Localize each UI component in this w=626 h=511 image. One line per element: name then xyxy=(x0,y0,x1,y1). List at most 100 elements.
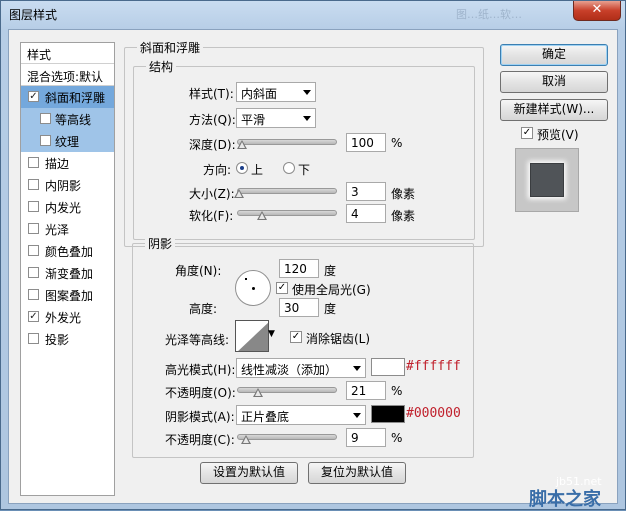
soften-label: 软化(F): xyxy=(189,209,234,223)
size-input[interactable]: 3 xyxy=(346,182,386,201)
global-light-checkbox[interactable]: ✓ xyxy=(276,282,288,294)
depth-slider-track[interactable] xyxy=(237,139,337,145)
style-item-checkbox[interactable] xyxy=(40,135,51,146)
style-item[interactable]: 纹理 xyxy=(21,130,114,152)
style-item[interactable]: 光泽 xyxy=(21,218,114,240)
style-item-label: 投影 xyxy=(45,333,70,347)
angle-label: 角度(N): xyxy=(175,264,222,278)
bevel-emboss-title: 斜面和浮雕 xyxy=(137,39,204,56)
style-items: ✓ 斜面和浮雕等高线纹理描边 内阴影 内发光 光泽颜色叠加渐变叠加图案叠加 ✓ 外发光投影 xyxy=(21,86,114,350)
style-item-checkbox[interactable] xyxy=(28,179,39,190)
reset-default-button[interactable]: 复位为默认值 xyxy=(308,462,406,484)
ok-button[interactable]: 确定 xyxy=(500,44,608,66)
angle-indicator xyxy=(245,278,247,280)
shadow-opacity-label: 不透明度(C): xyxy=(165,433,235,447)
direction-up-label: 上 xyxy=(251,163,264,177)
style-select-value: 内斜面 xyxy=(241,87,278,101)
technique-label: 方法(Q): xyxy=(189,113,236,127)
highlight-opacity-unit: % xyxy=(391,384,403,398)
style-item[interactable]: ✓ 斜面和浮雕 xyxy=(21,86,114,108)
style-item[interactable]: 描边 xyxy=(21,152,114,174)
cancel-button[interactable]: 取消 xyxy=(500,71,608,93)
altitude-input[interactable]: 30 xyxy=(279,298,319,317)
highlight-opacity-label: 不透明度(O): xyxy=(165,386,236,400)
highlight-opacity-thumb[interactable] xyxy=(253,388,263,397)
shadow-color-swatch[interactable] xyxy=(371,405,405,423)
background-window-title: 图…纸…软… xyxy=(456,8,522,21)
style-item-label: 纹理 xyxy=(55,135,80,149)
size-slider-thumb[interactable] xyxy=(234,189,244,198)
style-item-checkbox[interactable] xyxy=(28,223,39,234)
style-select[interactable]: 内斜面 xyxy=(236,82,316,102)
style-item[interactable]: 图案叠加 xyxy=(21,284,114,306)
style-label: 样式(T): xyxy=(189,87,234,101)
style-item-label: 渐变叠加 xyxy=(45,267,94,281)
style-item[interactable]: 投影 xyxy=(21,328,114,350)
shadow-mode-select[interactable]: 正片叠底 xyxy=(236,405,366,425)
size-slider-track[interactable] xyxy=(237,188,337,194)
contour-dropdown-icon[interactable]: ▼ xyxy=(268,329,275,339)
highlight-opacity-input[interactable]: 21 xyxy=(346,381,386,400)
shadow-opacity-track[interactable] xyxy=(237,434,337,440)
style-item-checkbox[interactable] xyxy=(28,157,39,168)
make-default-button[interactable]: 设置为默认值 xyxy=(200,462,298,484)
shadow-mode-value: 正片叠底 xyxy=(241,410,290,424)
soften-input[interactable]: 4 xyxy=(346,204,386,223)
shadow-color-hex: #000000 xyxy=(406,406,461,421)
shadow-opacity-unit: % xyxy=(391,431,403,445)
depth-input[interactable]: 100 xyxy=(346,133,386,152)
styles-header[interactable]: 样式 xyxy=(21,43,114,64)
style-item-checkbox[interactable] xyxy=(28,201,39,212)
style-item-checkbox[interactable] xyxy=(28,245,39,256)
style-item-checkbox[interactable] xyxy=(28,267,39,278)
soften-slider-track[interactable] xyxy=(237,210,337,216)
chevron-down-icon xyxy=(303,90,311,95)
shading-title: 阴影 xyxy=(145,235,176,252)
blending-options-item[interactable]: 混合选项:默认 xyxy=(21,64,114,86)
angle-unit: 度 xyxy=(324,264,337,278)
style-item-checkbox[interactable] xyxy=(28,333,39,344)
depth-slider-thumb[interactable] xyxy=(237,140,247,149)
style-item[interactable]: 颜色叠加 xyxy=(21,240,114,262)
style-item-checkbox[interactable]: ✓ xyxy=(28,91,39,102)
angle-input[interactable]: 120 xyxy=(279,259,319,278)
style-item-checkbox[interactable] xyxy=(28,289,39,300)
style-item[interactable]: 内发光 xyxy=(21,196,114,218)
style-item-label: 斜面和浮雕 xyxy=(45,91,106,105)
style-item[interactable]: 渐变叠加 xyxy=(21,262,114,284)
style-item-label: 等高线 xyxy=(55,113,92,127)
gloss-contour-preview[interactable] xyxy=(235,320,269,352)
preview-swatch xyxy=(530,163,564,197)
altitude-unit: 度 xyxy=(324,302,337,316)
highlight-opacity-track[interactable] xyxy=(237,387,337,393)
shadow-opacity-thumb[interactable] xyxy=(241,435,251,444)
shadow-opacity-input[interactable]: 9 xyxy=(346,428,386,447)
style-item-checkbox[interactable]: ✓ xyxy=(28,311,39,322)
style-item-checkbox[interactable] xyxy=(40,113,51,124)
size-unit: 像素 xyxy=(391,187,416,201)
dialog-client: 样式 混合选项:默认 ✓ 斜面和浮雕等高线纹理描边 内阴影 内发光 光泽颜色叠加渐变叠加… xyxy=(8,29,618,504)
highlight-color-swatch[interactable] xyxy=(371,358,405,376)
highlight-mode-select[interactable]: 线性减淡（添加） xyxy=(236,358,366,378)
title-bar[interactable]: 图层样式 图…纸…软… ✕ xyxy=(1,1,626,27)
style-item[interactable]: ✓ 外发光 xyxy=(21,306,114,328)
close-button[interactable]: ✕ xyxy=(573,1,621,21)
watermark-brand: 脚本之家 xyxy=(529,489,601,510)
angle-dial[interactable] xyxy=(235,270,271,306)
soften-slider-thumb[interactable] xyxy=(257,211,267,220)
antialias-checkbox[interactable]: ✓ xyxy=(290,331,302,343)
chevron-down-icon xyxy=(303,116,311,121)
technique-select[interactable]: 平滑 xyxy=(236,108,316,128)
style-item[interactable]: 等高线 xyxy=(21,108,114,130)
technique-select-value: 平滑 xyxy=(241,113,266,127)
angle-center-dot xyxy=(252,287,255,290)
direction-down-radio[interactable] xyxy=(283,162,295,174)
direction-up-radio[interactable] xyxy=(236,162,248,174)
close-icon: ✕ xyxy=(591,2,603,17)
style-item-label: 颜色叠加 xyxy=(45,245,94,259)
preview-checkbox[interactable]: ✓ xyxy=(521,127,533,139)
layer-style-dialog: 图层样式 图…纸…软… ✕ 样式 混合选项:默认 ✓ 斜面和浮雕等高线纹理描边 内阴… xyxy=(0,0,626,510)
new-style-button[interactable]: 新建样式(W)... xyxy=(500,99,608,121)
style-item[interactable]: 内阴影 xyxy=(21,174,114,196)
highlight-color-hex: #ffffff xyxy=(406,359,461,374)
